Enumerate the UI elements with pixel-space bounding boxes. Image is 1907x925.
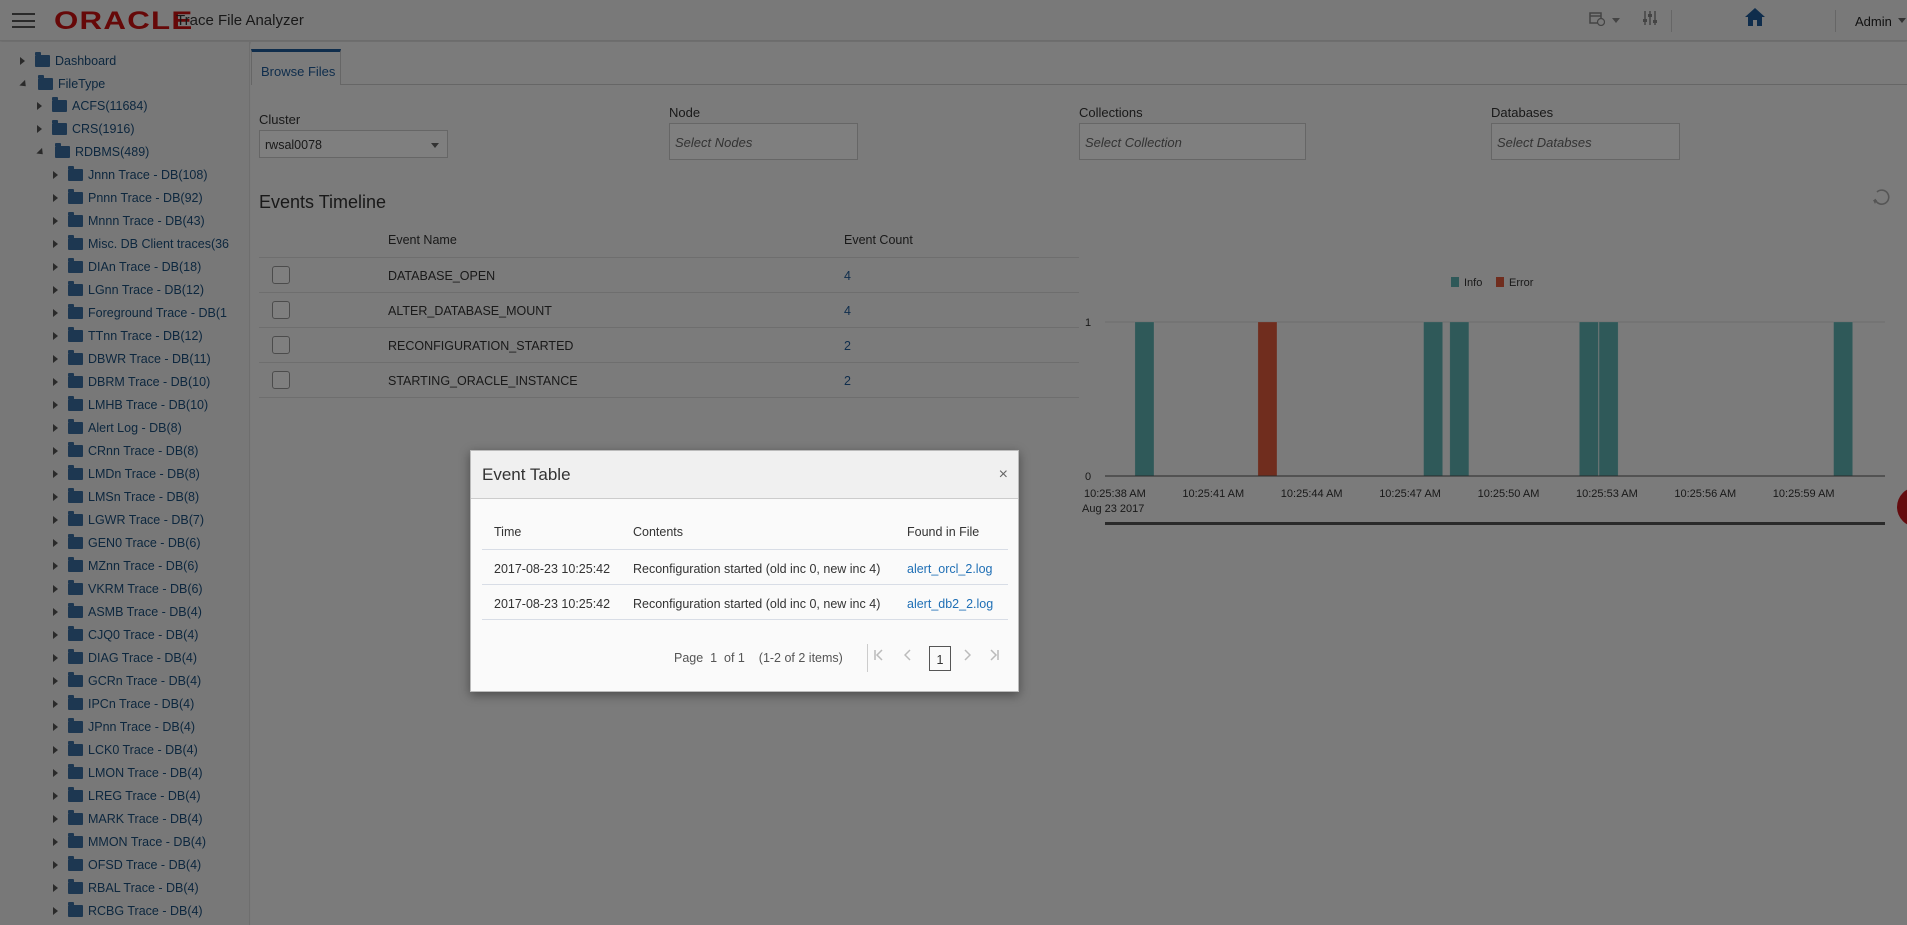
event-detail-table: Time Contents Found in File 2017-08-23 1… [482, 513, 1008, 620]
prev-page-icon[interactable] [903, 649, 912, 664]
app-root: ORACLE Trace File Analyzer Admin Dashboa… [0, 0, 1907, 925]
page-info: Page 1 of 1 (1-2 of 2 items) [674, 651, 843, 665]
event-time: 2017-08-23 10:25:42 [494, 562, 611, 576]
column-header-found-in-file: Found in File [907, 525, 980, 539]
event-detail-header: Time Contents Found in File [482, 513, 1008, 550]
first-page-icon[interactable] [874, 649, 884, 664]
current-page-button[interactable]: 1 [929, 646, 951, 671]
close-icon[interactable]: × [999, 466, 1008, 484]
column-header-contents: Contents [633, 525, 684, 539]
next-page-icon[interactable] [963, 649, 972, 664]
event-contents: Reconfiguration started (old inc 0, new … [633, 562, 881, 576]
dialog-title: Event Table [482, 465, 571, 484]
file-link[interactable]: alert_orcl_2.log [907, 562, 992, 576]
table-row: 2017-08-23 10:25:42 Reconfiguration star… [482, 550, 1008, 585]
table-row: 2017-08-23 10:25:42 Reconfiguration star… [482, 585, 1008, 620]
file-link[interactable]: alert_db2_2.log [907, 597, 993, 611]
event-contents: Reconfiguration started (old inc 0, new … [633, 597, 881, 611]
pager-divider [867, 644, 868, 672]
event-table-dialog: Event Table × Time Contents Found in Fil… [470, 450, 1019, 692]
column-header-time: Time [494, 525, 522, 539]
event-time: 2017-08-23 10:25:42 [494, 597, 611, 611]
dialog-header: Event Table × [471, 451, 1018, 499]
pagination: Page 1 of 1 (1-2 of 2 items) 1 [471, 641, 1020, 672]
last-page-icon[interactable] [989, 649, 999, 664]
